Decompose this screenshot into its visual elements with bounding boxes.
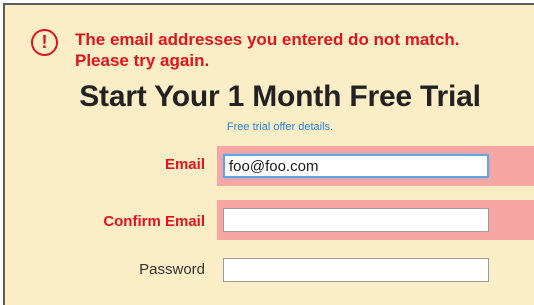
error-message: The email addresses you entered do not m… — [75, 30, 460, 70]
exclamation-circle-icon: ! — [31, 29, 58, 56]
password-label: Password — [139, 261, 205, 278]
offer-details-link[interactable]: Free trial offer details. — [5, 120, 534, 134]
password-field[interactable] — [223, 258, 489, 282]
signup-panel: ! The email addresses you entered do not… — [3, 3, 534, 305]
page-title: Start Your 1 Month Free Trial — [79, 80, 481, 113]
email-label: Email — [164, 156, 205, 173]
confirm-email-label: Confirm Email — [103, 213, 205, 230]
email-field[interactable] — [223, 154, 489, 178]
confirm-email-field[interactable] — [223, 208, 489, 232]
